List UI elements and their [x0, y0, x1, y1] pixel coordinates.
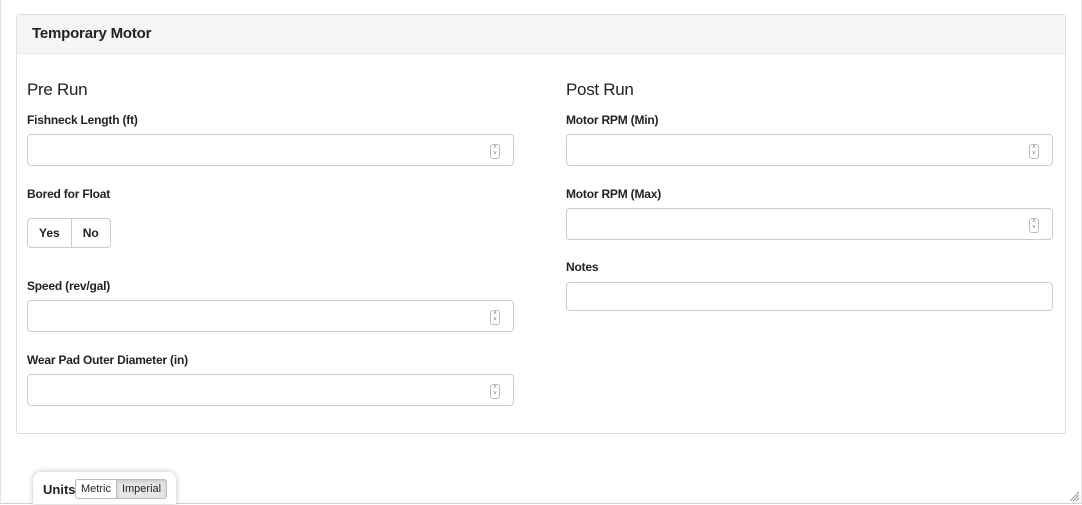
motor-rpm-max-label: Motor RPM (Max)	[566, 187, 661, 201]
bored-for-float-yes-button[interactable]: Yes	[27, 218, 72, 248]
motor-rpm-min-label: Motor RPM (Min)	[566, 113, 659, 127]
notes-field[interactable]	[567, 283, 1047, 310]
fishneck-length-field[interactable]	[28, 135, 508, 165]
fishneck-length-label: Fishneck Length (ft)	[27, 113, 138, 127]
pre-run-title: Pre Run	[27, 80, 88, 99]
resize-handle-icon[interactable]	[1069, 491, 1080, 502]
notes-input[interactable]	[566, 282, 1053, 311]
post-run-title: Post Run	[566, 80, 634, 99]
motor-rpm-max-field[interactable]	[567, 209, 1047, 239]
number-spinner-icon[interactable]: ˄ ˅	[490, 384, 500, 399]
bored-for-float-toggle: Yes No	[27, 218, 111, 248]
fishneck-length-input[interactable]: ˄ ˅	[27, 134, 514, 166]
motor-rpm-min-field[interactable]	[567, 135, 1047, 165]
motor-rpm-max-input[interactable]: ˄ ˅	[566, 208, 1053, 240]
speed-field[interactable]	[28, 301, 508, 331]
number-spinner-icon[interactable]: ˄ ˅	[1029, 218, 1039, 233]
panel-title: Temporary Motor	[17, 15, 1065, 54]
number-spinner-icon[interactable]: ˄ ˅	[490, 144, 500, 159]
wear-pad-od-input[interactable]: ˄ ˅	[27, 374, 514, 406]
bored-for-float-label: Bored for Float	[27, 187, 110, 201]
units-label: Units	[43, 482, 76, 497]
units-metric-button[interactable]: Metric	[75, 479, 117, 499]
number-spinner-icon[interactable]: ˄ ˅	[490, 310, 500, 325]
bored-for-float-no-button[interactable]: No	[71, 218, 111, 248]
units-imperial-button[interactable]: Imperial	[116, 479, 168, 499]
speed-input[interactable]: ˄ ˅	[27, 300, 514, 332]
number-spinner-icon[interactable]: ˄ ˅	[1029, 144, 1039, 159]
units-button-group: Metric Imperial	[75, 479, 168, 499]
wear-pad-od-field[interactable]	[28, 375, 508, 405]
units-toggle-panel: Units Metric Imperial	[33, 472, 176, 504]
temporary-motor-panel: Temporary Motor Pre Run Fishneck Length …	[16, 14, 1066, 434]
speed-label: Speed (rev/gal)	[27, 279, 111, 293]
wear-pad-od-label: Wear Pad Outer Diameter (in)	[27, 353, 188, 367]
motor-rpm-min-input[interactable]: ˄ ˅	[566, 134, 1053, 166]
notes-label: Notes	[566, 260, 599, 274]
